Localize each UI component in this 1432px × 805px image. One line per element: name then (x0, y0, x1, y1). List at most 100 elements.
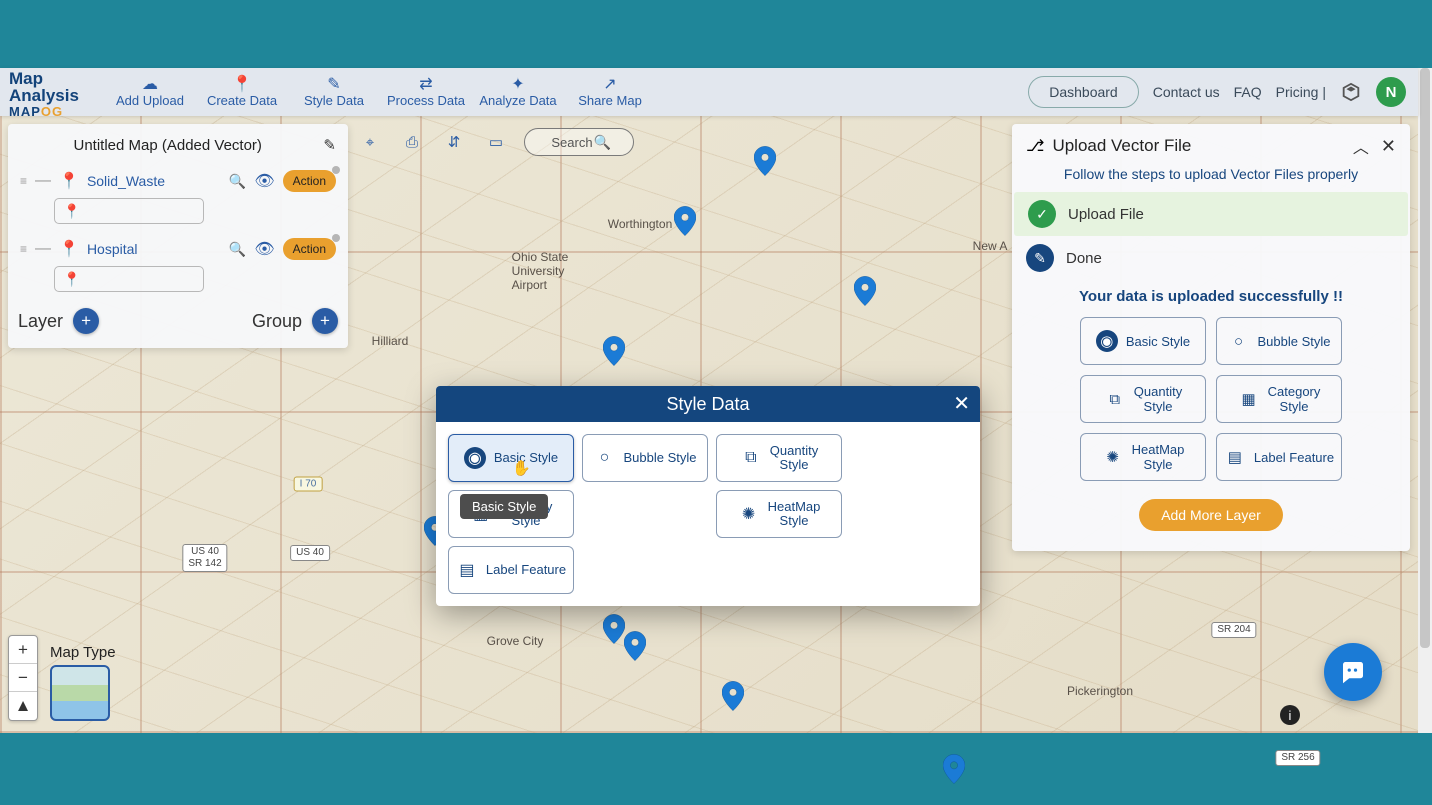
map-pin-icon[interactable] (603, 614, 625, 644)
search-icon: 🔍 (594, 134, 611, 151)
chat-fab-icon[interactable] (1324, 643, 1382, 701)
map-pin-icon[interactable] (754, 146, 776, 176)
map-pin-icon[interactable] (722, 681, 744, 711)
zoom-out-button[interactable]: − (9, 664, 37, 692)
highway-shield: I 70 (294, 477, 323, 492)
style-label: Label Feature (486, 563, 566, 577)
upload-panel-subtitle: Follow the steps to upload Vector Files … (1012, 162, 1410, 192)
comment-icon[interactable]: ▭ (482, 128, 510, 156)
style-label: HeatMapStyle (1132, 442, 1185, 472)
style-option-basic-style[interactable]: ◉Basic Style (1080, 317, 1206, 365)
style-option-basic-style[interactable]: ◉Basic Style (448, 434, 574, 482)
map-pin-icon[interactable] (854, 276, 876, 306)
upload-step-upload-file[interactable]: ✓Upload File (1014, 192, 1408, 236)
style-option-quantity-style[interactable]: ⧉QuantityStyle (1080, 375, 1206, 423)
style-option-bubble-style[interactable]: ○Bubble Style (582, 434, 708, 482)
modal-header: Style Data ✕ (436, 386, 980, 422)
map-pin-icon[interactable] (624, 631, 646, 661)
map-pin-icon[interactable] (943, 754, 965, 784)
brand-title: Map Analysis (9, 70, 99, 104)
city-label: New A (973, 239, 1008, 253)
zoom-to-layer-icon[interactable]: 🔍 (229, 173, 246, 190)
style-option-quantity-style[interactable]: ⧉QuantityStyle (716, 434, 842, 482)
menu-label: Share Map (578, 93, 642, 108)
menu-item-process-data[interactable]: ⇄Process Data (381, 70, 471, 114)
upload-step-done[interactable]: ✎Done (1012, 236, 1410, 280)
add-layer-button[interactable]: + (73, 308, 99, 334)
nav-pricing-link[interactable]: Pricing | (1276, 84, 1326, 100)
cursor-icon: ✋ (512, 459, 531, 477)
style-option-heatmap-style[interactable]: ✺HeatMapStyle (1080, 433, 1206, 481)
city-label: Pickerington (1067, 684, 1133, 698)
apps-cube-icon[interactable] (1340, 81, 1362, 103)
collapse-icon[interactable]: ︿ (1353, 134, 1369, 158)
menu-item-share-map[interactable]: ↗Share Map (565, 70, 655, 114)
user-avatar[interactable]: N (1376, 77, 1406, 107)
panel-close-icon[interactable]: ✕ (1381, 136, 1396, 157)
layer-action-button[interactable]: Action (283, 170, 336, 192)
info-fab-icon[interactable]: i (1280, 705, 1300, 725)
map-type-selector: Map Type (50, 644, 116, 721)
menu-item-analyze-data[interactable]: ✦Analyze Data (473, 70, 563, 114)
page-scrollbar[interactable] (1418, 68, 1432, 733)
layer-symbol-box[interactable]: 📍 (54, 198, 204, 224)
layer-label: Layer (18, 311, 63, 332)
dash-icon: — (35, 172, 51, 190)
visibility-icon[interactable]: 👁 (254, 239, 274, 259)
layer-action-button[interactable]: Action (283, 238, 336, 260)
modal-close-icon[interactable]: ✕ (953, 391, 970, 416)
pin-icon: 📍 (59, 171, 79, 191)
search-input[interactable]: Search 🔍 (524, 128, 634, 156)
style-option-bubble-style[interactable]: ○Bubble Style (1216, 317, 1342, 365)
drag-handle-icon[interactable]: ≡ (20, 242, 27, 256)
dash-icon: — (35, 240, 51, 258)
drag-handle-icon[interactable]: ≡ (20, 174, 27, 188)
layer-name[interactable]: Solid_Waste (87, 173, 165, 189)
menu-item-add-upload[interactable]: ☁Add Upload (105, 70, 195, 114)
layers-panel-footer: Layer + Group + (18, 308, 338, 334)
scrollbar-thumb[interactable] (1420, 68, 1430, 648)
edit-title-icon[interactable]: ✎ (323, 136, 336, 154)
style-option-label-feature[interactable]: ▤Label Feature (1216, 433, 1342, 481)
add-group-button[interactable]: + (312, 308, 338, 334)
layer-row: ≡ — 📍 Solid_Waste 🔍 👁 Action (18, 164, 338, 198)
nav-faq-link[interactable]: FAQ (1234, 84, 1262, 100)
map-type-thumbnail[interactable] (50, 665, 110, 721)
style-label: Basic Style (1126, 334, 1190, 349)
style-icon: ◉ (464, 447, 486, 469)
style-label: QuantityStyle (770, 444, 818, 473)
layer-status-dot (332, 166, 340, 174)
style-option-category-style[interactable]: ▦CategoryStyle (1216, 375, 1342, 423)
menu-icon: ✦ (511, 77, 524, 93)
visibility-icon[interactable]: 👁 (254, 171, 274, 191)
dashboard-button[interactable]: Dashboard (1028, 76, 1139, 108)
print-icon[interactable]: ⎙ (398, 128, 426, 156)
layer-name[interactable]: Hospital (87, 241, 138, 257)
highway-shield: US 40 (290, 545, 330, 561)
step-label: Done (1066, 250, 1102, 267)
map-pin-icon[interactable] (674, 206, 696, 236)
top-menu-bar: Map Analysis MAPOG ☁Add Upload📍Create Da… (0, 68, 1418, 116)
share-users-icon[interactable]: ⇵ (440, 128, 468, 156)
brand-logo: Map Analysis MAPOG (0, 66, 105, 119)
menu-icon: ☁ (142, 77, 158, 93)
reset-bearing-button[interactable]: ▲ (9, 692, 37, 720)
zoom-to-layer-icon[interactable]: 🔍 (229, 241, 246, 258)
style-label: Label Feature (1254, 450, 1334, 465)
topbar-right: Dashboard Contact us FAQ Pricing | N (1028, 68, 1406, 116)
nav-contact-link[interactable]: Contact us (1153, 84, 1220, 100)
highway-shield: US 40SR 142 (182, 544, 227, 572)
city-label: Grove City (487, 634, 544, 648)
style-icon: ✺ (738, 503, 760, 525)
add-more-layer-button[interactable]: Add More Layer (1139, 499, 1283, 531)
map-pin-icon[interactable] (603, 336, 625, 366)
menu-item-style-data[interactable]: ✎Style Data (289, 70, 379, 114)
style-option-label-feature[interactable]: ▤Label Feature (448, 546, 574, 594)
menu-item-create-data[interactable]: 📍Create Data (197, 70, 287, 114)
zoom-in-button[interactable]: + (9, 636, 37, 664)
layers-panel-header: Untitled Map (Added Vector) ✎ (18, 132, 338, 164)
locate-icon[interactable]: ⌖ (356, 128, 384, 156)
style-option-heatmap-style[interactable]: ✺HeatMapStyle (716, 490, 842, 538)
layer-symbol-box[interactable]: 📍 (54, 266, 204, 292)
upload-success-message: Your data is uploaded successfully !! (1012, 280, 1410, 317)
